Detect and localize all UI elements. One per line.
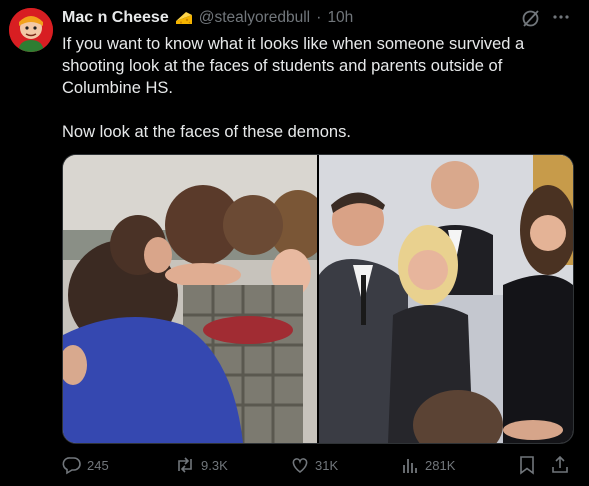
reply-count: 245 <box>87 457 109 473</box>
repost-button[interactable]: 9.3K <box>174 455 228 475</box>
reply-button[interactable]: 245 <box>62 455 109 475</box>
author-handle[interactable]: @stealyoredbull <box>199 9 310 27</box>
tweet-text-paragraph-2: Now look at the faces of these demons. <box>62 123 351 141</box>
bookmark-icon <box>520 456 534 475</box>
cheese-emoji-icon <box>175 9 193 27</box>
view-count: 281K <box>425 457 456 473</box>
views-icon <box>403 459 417 473</box>
heart-icon <box>292 458 308 474</box>
tweet[interactable]: Mac n Cheese @stealyoredbull · 10h If yo <box>0 0 589 486</box>
photo-left[interactable] <box>63 155 328 443</box>
repost-icon <box>178 457 192 473</box>
views-button[interactable]: 281K <box>402 455 455 475</box>
photo-right[interactable] <box>319 155 573 443</box>
tweet-text: If you want to know what it looks like w… <box>62 33 572 143</box>
tweet-actions: 245 9.3K 31K 281K <box>62 455 572 477</box>
tweet-header: Mac n Cheese @stealyoredbull · 10h <box>62 7 353 29</box>
reply-icon <box>62 457 81 475</box>
avatar[interactable] <box>9 8 53 52</box>
separator-dot: · <box>316 9 322 26</box>
tweet-time[interactable]: 10h <box>327 9 353 27</box>
tweet-media[interactable] <box>62 154 574 444</box>
repost-count: 9.3K <box>201 457 228 473</box>
more-options-icon[interactable] <box>552 8 570 26</box>
like-count: 31K <box>315 457 339 473</box>
grok-icon[interactable] <box>521 9 540 28</box>
bookmark-button[interactable] <box>518 455 536 475</box>
share-button[interactable] <box>550 455 570 475</box>
author-name[interactable]: Mac n Cheese <box>62 9 169 27</box>
like-button[interactable]: 31K <box>290 455 338 475</box>
share-icon <box>552 455 568 473</box>
tweet-text-paragraph-1: If you want to know what it looks like w… <box>62 35 525 97</box>
